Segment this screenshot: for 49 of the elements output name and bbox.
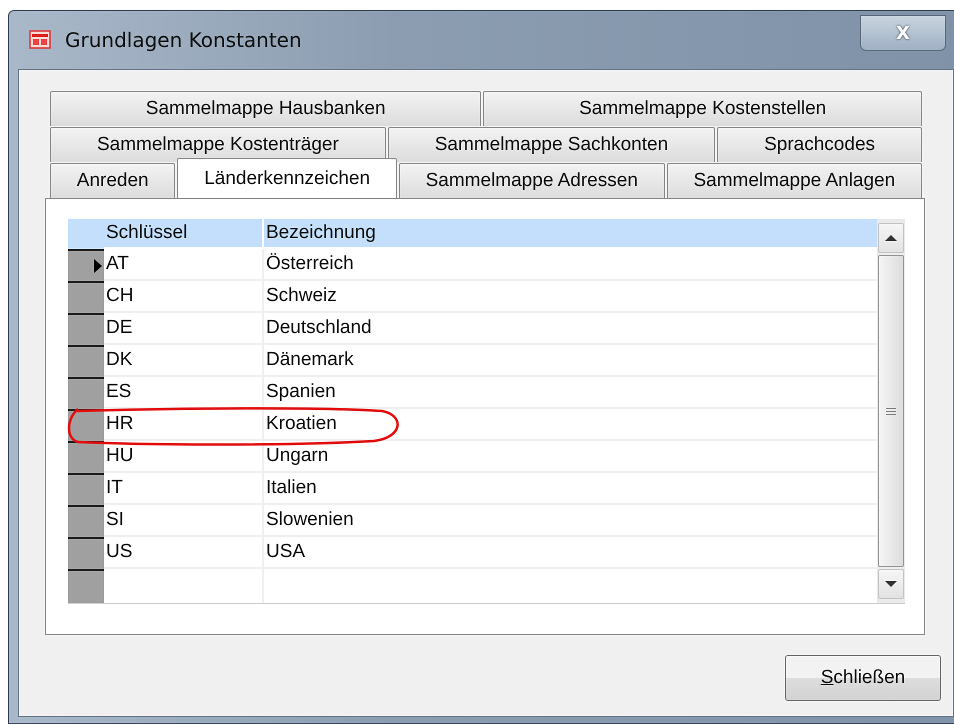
table-cell: Österreich <box>264 249 877 281</box>
table-cell: Spanien <box>264 377 877 409</box>
row-header[interactable] <box>68 345 104 377</box>
table-cell: Dänemark <box>264 345 877 377</box>
tab[interactable]: Anreden <box>50 163 176 198</box>
table-cell: Slowenien <box>264 505 877 537</box>
row-header[interactable] <box>68 569 104 603</box>
row-header[interactable] <box>68 249 104 281</box>
window-title: Grundlagen Konstanten <box>65 28 302 52</box>
table-cell: Deutschland <box>264 313 877 345</box>
column-header: Schlüssel <box>104 219 264 249</box>
table-cell: CH <box>104 281 264 313</box>
tab[interactable]: Sammelmappe Kostenträger <box>50 127 386 162</box>
tab[interactable]: Sammelmappe Kostenstellen <box>483 91 922 126</box>
table-cell: ES <box>104 377 264 409</box>
scroll-down-icon[interactable] <box>885 580 897 588</box>
row-header[interactable] <box>68 281 104 313</box>
table-cell: SI <box>104 505 264 537</box>
tab[interactable]: Sammelmappe Adressen <box>398 163 665 198</box>
table-cell: DE <box>104 313 264 345</box>
tab[interactable]: Sammelmappe Anlagen <box>666 163 922 198</box>
row-header[interactable] <box>68 505 104 537</box>
tab[interactable]: Länderkennzeichen <box>177 158 397 198</box>
table-cell: Italien <box>264 473 877 505</box>
row-header[interactable] <box>68 377 104 409</box>
column-header: Bezeichnung <box>264 219 877 249</box>
row-header[interactable] <box>68 473 104 505</box>
table-cell: Kroatien <box>264 409 877 441</box>
close-dialog-button[interactable]: Schließen <box>785 655 941 701</box>
table-cell: IT <box>104 473 264 505</box>
scroll-thumb[interactable] <box>878 255 904 567</box>
grip-icon <box>886 408 896 414</box>
row-header[interactable] <box>68 537 104 569</box>
scrollbar[interactable] <box>877 219 905 603</box>
tab[interactable]: Sammelmappe Hausbanken <box>50 91 482 126</box>
table-cell: US <box>104 537 264 569</box>
row-header[interactable] <box>68 313 104 345</box>
tab[interactable]: Sprachcodes <box>717 127 922 162</box>
table-cell: AT <box>104 249 264 281</box>
table-cell: USA <box>264 537 877 569</box>
table-cell: Schweiz <box>264 281 877 313</box>
current-row-icon <box>94 259 102 273</box>
table-cell: DK <box>104 345 264 377</box>
tab[interactable]: Sammelmappe Sachkonten <box>388 127 716 162</box>
table-cell: HR <box>104 409 264 441</box>
table-cell: HU <box>104 441 264 473</box>
scroll-up-icon[interactable] <box>885 234 897 242</box>
table-cell: Ungarn <box>264 441 877 473</box>
app-icon <box>29 29 53 51</box>
